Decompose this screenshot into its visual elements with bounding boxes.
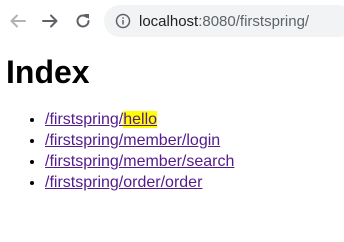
forward-button[interactable] [38, 9, 62, 33]
list-item: /firstspring/order/order [45, 172, 344, 193]
arrow-right-icon [41, 12, 59, 30]
page-content: Index /firstspring/hello /firstspring/me… [0, 54, 344, 193]
url-path: :8080/firstspring/ [198, 12, 310, 30]
page-title: Index [6, 54, 90, 90]
address-bar[interactable]: localhost:8080/firstspring/ [104, 5, 344, 37]
link-list: /firstspring/hello /firstspring/member/l… [6, 109, 344, 193]
link-member-login[interactable]: /firstspring/member/login [45, 132, 220, 149]
browser-toolbar: localhost:8080/firstspring/ [0, 0, 344, 42]
back-button[interactable] [6, 9, 30, 33]
url-text[interactable]: localhost:8080/firstspring/ [139, 13, 309, 30]
list-item: /firstspring/hello [45, 109, 344, 130]
arrow-left-icon [9, 12, 27, 30]
reload-button[interactable] [71, 9, 95, 33]
url-host: localhost [139, 12, 199, 30]
link-order-order[interactable]: /firstspring/order/order [45, 174, 202, 191]
reload-icon [74, 12, 92, 30]
search-highlight: hello [123, 111, 158, 128]
list-item: /firstspring/member/login [45, 130, 344, 151]
info-icon[interactable] [115, 13, 131, 29]
link-prefix: /firstspring/ [45, 111, 124, 128]
list-item: /firstspring/member/search [45, 151, 344, 172]
link-hello[interactable]: /firstspring/hello [45, 111, 158, 128]
link-member-search[interactable]: /firstspring/member/search [45, 153, 234, 170]
